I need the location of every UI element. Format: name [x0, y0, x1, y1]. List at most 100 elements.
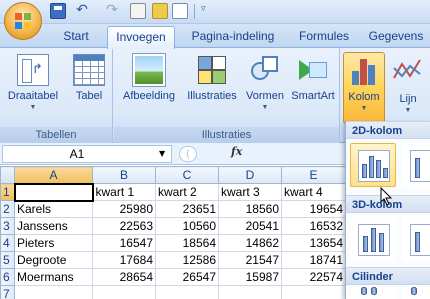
- new-document-icon[interactable]: [172, 3, 188, 19]
- cell-e4[interactable]: 13654: [281, 234, 346, 252]
- cell-d7[interactable]: [218, 285, 282, 299]
- clustered-column-3d-icon: [358, 224, 390, 256]
- cylinder-option[interactable]: [350, 287, 396, 299]
- illustraties-button[interactable]: Illustraties: [182, 52, 242, 102]
- cell-e7[interactable]: [281, 285, 346, 299]
- formula-controls: ( fx: [175, 145, 345, 163]
- ribbon-tabs: Start Invoegen Pagina-indeling Formules …: [0, 24, 430, 49]
- formula-cancel-icon[interactable]: (: [179, 146, 197, 162]
- column-header-e[interactable]: E: [281, 166, 346, 184]
- pivot-table-icon: [17, 54, 49, 86]
- cell-a3[interactable]: Janssens: [14, 217, 93, 235]
- row-header-4[interactable]: 4: [0, 234, 15, 252]
- stacked-column-2d-option[interactable]: [402, 143, 430, 187]
- column-header-b[interactable]: B: [92, 166, 156, 184]
- row-header-3[interactable]: 3: [0, 217, 15, 235]
- tabel-button[interactable]: Tabel: [68, 52, 110, 102]
- tab-invoegen[interactable]: Invoegen: [107, 26, 175, 49]
- cell-c1[interactable]: kwart 2: [155, 183, 219, 201]
- lijn-button[interactable]: Lijn ▼: [389, 52, 427, 115]
- vormen-label: Vormen: [246, 90, 284, 102]
- row-header-1[interactable]: 1: [0, 183, 15, 201]
- cell-d5[interactable]: 21547: [218, 251, 282, 269]
- cell-a2[interactable]: Karels: [14, 200, 93, 218]
- cell-b5[interactable]: 17684: [92, 251, 156, 269]
- kolom-button[interactable]: Kolom ▼: [343, 52, 385, 124]
- cell-a4[interactable]: Pieters: [14, 234, 93, 252]
- row-header-5[interactable]: 5: [0, 251, 15, 269]
- clustered-column-3d-option[interactable]: [350, 217, 396, 261]
- tab-gegevens[interactable]: Gegevens: [362, 26, 430, 48]
- column-header-d[interactable]: D: [218, 166, 282, 184]
- cell-e3[interactable]: 16532: [281, 217, 346, 235]
- draaitabel-button[interactable]: Draaitabel ▼: [2, 52, 64, 112]
- cell-e6[interactable]: 22574: [281, 268, 346, 286]
- cell-c7[interactable]: [155, 285, 219, 299]
- tab-formules[interactable]: Formules: [290, 26, 358, 48]
- illustraties-label: Illustraties: [187, 90, 237, 102]
- cell-a6[interactable]: Moermans: [14, 268, 93, 286]
- open-folder-icon[interactable]: [152, 3, 168, 19]
- column-header-a[interactable]: A: [14, 166, 93, 184]
- cell-a7[interactable]: [14, 285, 93, 299]
- cell-d4[interactable]: 14862: [218, 234, 282, 252]
- redo-icon[interactable]: ↷: [104, 3, 120, 19]
- cell-a5[interactable]: Degroote: [14, 251, 93, 269]
- cell-b7[interactable]: [92, 285, 156, 299]
- spreadsheet-grid: A B C D E 1 kwart 1 kwart 2 kwart 3 kwar…: [0, 166, 346, 299]
- cell-e5[interactable]: 18741: [281, 251, 346, 269]
- vormen-button[interactable]: Vormen ▼: [242, 52, 288, 112]
- tab-start[interactable]: Start: [48, 26, 104, 48]
- save-icon[interactable]: [50, 3, 66, 19]
- cell-d3[interactable]: 20541: [218, 217, 282, 235]
- office-logo-icon: [15, 13, 31, 29]
- clustered-column-icon: [358, 150, 390, 182]
- row-header-7[interactable]: 7: [0, 285, 15, 299]
- select-all-corner[interactable]: [0, 166, 15, 184]
- cell-b2[interactable]: 25980: [92, 200, 156, 218]
- cell-d2[interactable]: 18560: [218, 200, 282, 218]
- table-icon: [73, 54, 105, 86]
- cell-c3[interactable]: 10560: [155, 217, 219, 235]
- cell-b4[interactable]: 16547: [92, 234, 156, 252]
- smartart-button[interactable]: SmartArt: [288, 52, 338, 102]
- table-row: 4 Pieters 16547 18564 14862 13654: [0, 234, 346, 252]
- kolom-label: Kolom: [348, 91, 380, 103]
- line-chart-icon: [393, 59, 421, 79]
- cell-c5[interactable]: 12586: [155, 251, 219, 269]
- cell-a1[interactable]: [13, 182, 94, 202]
- cell-c4[interactable]: 18564: [155, 234, 219, 252]
- dropdown-arrow-icon: ▼: [261, 104, 269, 111]
- cell-c6[interactable]: 26547: [155, 268, 219, 286]
- print-preview-icon[interactable]: [130, 3, 146, 19]
- column-chart-icon: [348, 55, 380, 87]
- insert-function-icon[interactable]: fx: [231, 145, 242, 158]
- row-header-2[interactable]: 2: [0, 200, 15, 218]
- cell-d1[interactable]: kwart 3: [218, 183, 282, 201]
- stacked-column-3d-option[interactable]: [402, 217, 430, 261]
- name-box-dropdown-icon[interactable]: ▼: [159, 149, 165, 158]
- customize-qat-icon[interactable]: ▿: [201, 4, 206, 14]
- stacked-cylinder-option[interactable]: [402, 287, 430, 299]
- column-header-c[interactable]: C: [155, 166, 219, 184]
- office-button[interactable]: [4, 2, 42, 40]
- cell-e2[interactable]: 19654: [281, 200, 346, 218]
- cell-b3[interactable]: 22563: [92, 217, 156, 235]
- afbeelding-label: Afbeelding: [123, 90, 175, 102]
- cell-c2[interactable]: 23651: [155, 200, 219, 218]
- cell-b1[interactable]: kwart 1: [92, 183, 156, 201]
- name-box[interactable]: A1: [2, 145, 172, 163]
- row-header-6[interactable]: 6: [0, 268, 15, 286]
- lijn-label: Lijn: [399, 93, 417, 105]
- tabel-label: Tabel: [75, 90, 103, 102]
- cell-e1[interactable]: kwart 4: [281, 183, 346, 201]
- cell-b6[interactable]: 28654: [92, 268, 156, 286]
- afbeelding-button[interactable]: Afbeelding: [118, 52, 180, 102]
- table-row: 5 Degroote 17684 12586 21547 18741: [0, 251, 346, 269]
- title-bar: ↶ ↷ ▿: [0, 0, 430, 24]
- clustered-column-2d-option[interactable]: [350, 143, 396, 187]
- cell-d6[interactable]: 15987: [218, 268, 282, 286]
- undo-icon[interactable]: ↶: [74, 3, 90, 19]
- clip-art-icon: [196, 54, 228, 86]
- tab-pagina-indeling[interactable]: Pagina-indeling: [180, 26, 286, 48]
